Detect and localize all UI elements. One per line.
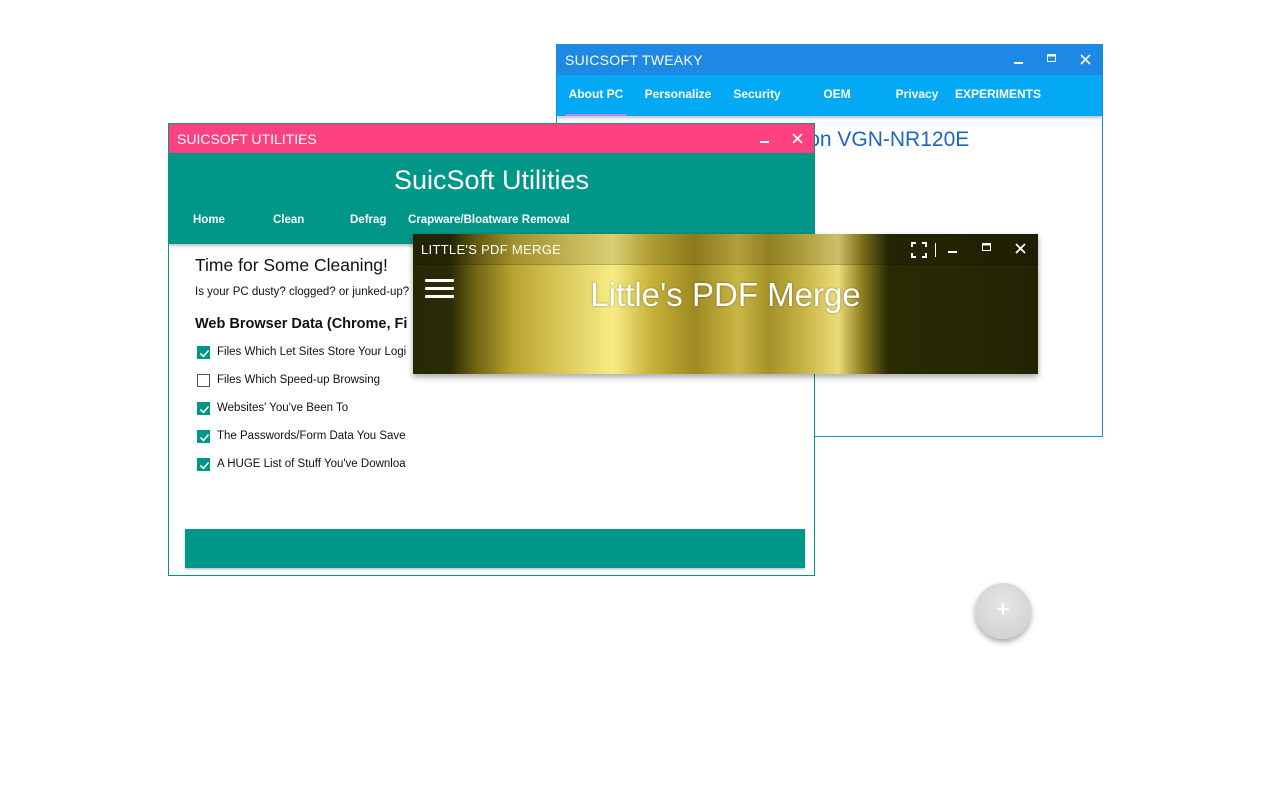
- tab-personalize[interactable]: Personalize: [643, 75, 713, 116]
- tab-home[interactable]: Home: [193, 214, 225, 234]
- tweaky-window-title: SUICSOFT TWEAKY: [565, 52, 703, 68]
- add-fab-button[interactable]: +: [975, 583, 1031, 639]
- tab-clean[interactable]: Clean: [273, 214, 304, 234]
- tweaky-titlebar[interactable]: SUICSOFT TWEAKY: [557, 45, 1102, 75]
- checkbox-checked[interactable]: [197, 346, 210, 359]
- pdf-merge-window: LITTLE'S PDF MERGE Little's PDF Merge: [413, 234, 1038, 374]
- pdf-merge-titlebar[interactable]: LITTLE'S PDF MERGE: [413, 234, 1038, 265]
- titlebar-divider: [935, 243, 936, 257]
- section-title: Web Browser Data (Chrome, Fi: [195, 316, 408, 332]
- maximize-icon[interactable]: [978, 240, 996, 258]
- app-title: SuicSoft Utilities: [393, 165, 590, 195]
- checkbox-unchecked[interactable]: [197, 374, 210, 387]
- minimize-icon[interactable]: [944, 241, 962, 259]
- tab-crapware-removal[interactable]: Crapware/Bloatware Removal: [408, 214, 570, 234]
- maximize-icon[interactable]: [1043, 51, 1061, 69]
- minimize-icon[interactable]: [755, 131, 773, 149]
- plus-icon: +: [995, 596, 1010, 623]
- close-icon[interactable]: [789, 130, 807, 148]
- app-title: Little's PDF Merge: [590, 276, 861, 313]
- tab-about-pc[interactable]: About PC: [565, 75, 627, 116]
- pdf-merge-window-title: LITTLE'S PDF MERGE: [421, 242, 562, 257]
- minimize-icon[interactable]: [1009, 52, 1027, 70]
- tab-oem[interactable]: OEM: [812, 75, 862, 116]
- checkbox-label: The Passwords/Form Data You Save: [217, 430, 406, 442]
- utilities-titlebar[interactable]: SUICSOFT UTILITIES: [169, 124, 814, 153]
- checkbox-checked[interactable]: [197, 402, 210, 415]
- fullscreen-icon[interactable]: [910, 241, 928, 259]
- utilities-header: SuicSoft Utilities Home Clean Defrag Cra…: [169, 153, 814, 244]
- page-heading: Time for Some Cleaning!: [195, 255, 388, 275]
- checkbox-checked[interactable]: [197, 430, 210, 443]
- close-icon[interactable]: [1077, 51, 1095, 69]
- tab-privacy[interactable]: Privacy: [892, 75, 942, 116]
- checkbox-checked[interactable]: [197, 458, 210, 471]
- tab-defrag[interactable]: Defrag: [350, 214, 386, 234]
- checkbox-label: Files Which Speed-up Browsing: [217, 374, 380, 386]
- checkbox-label: A HUGE List of Stuff You've Downloa: [217, 458, 406, 470]
- page-subtext: Is your PC dusty? clogged? or junked-up?: [195, 286, 410, 298]
- close-icon[interactable]: [1012, 240, 1030, 258]
- tab-security[interactable]: Security: [727, 75, 787, 116]
- utilities-window-title: SUICSOFT UTILITIES: [177, 131, 317, 147]
- checkbox-label: Files Which Let Sites Store Your Logi: [217, 346, 407, 358]
- clean-action-button[interactable]: [185, 529, 805, 568]
- tab-experiments[interactable]: EXPERIMENTS: [955, 75, 1041, 116]
- tweaky-tab-bar: About PC Personalize Security OEM Privac…: [557, 75, 1102, 116]
- checkbox-label: Websites' You've Been To: [217, 402, 349, 414]
